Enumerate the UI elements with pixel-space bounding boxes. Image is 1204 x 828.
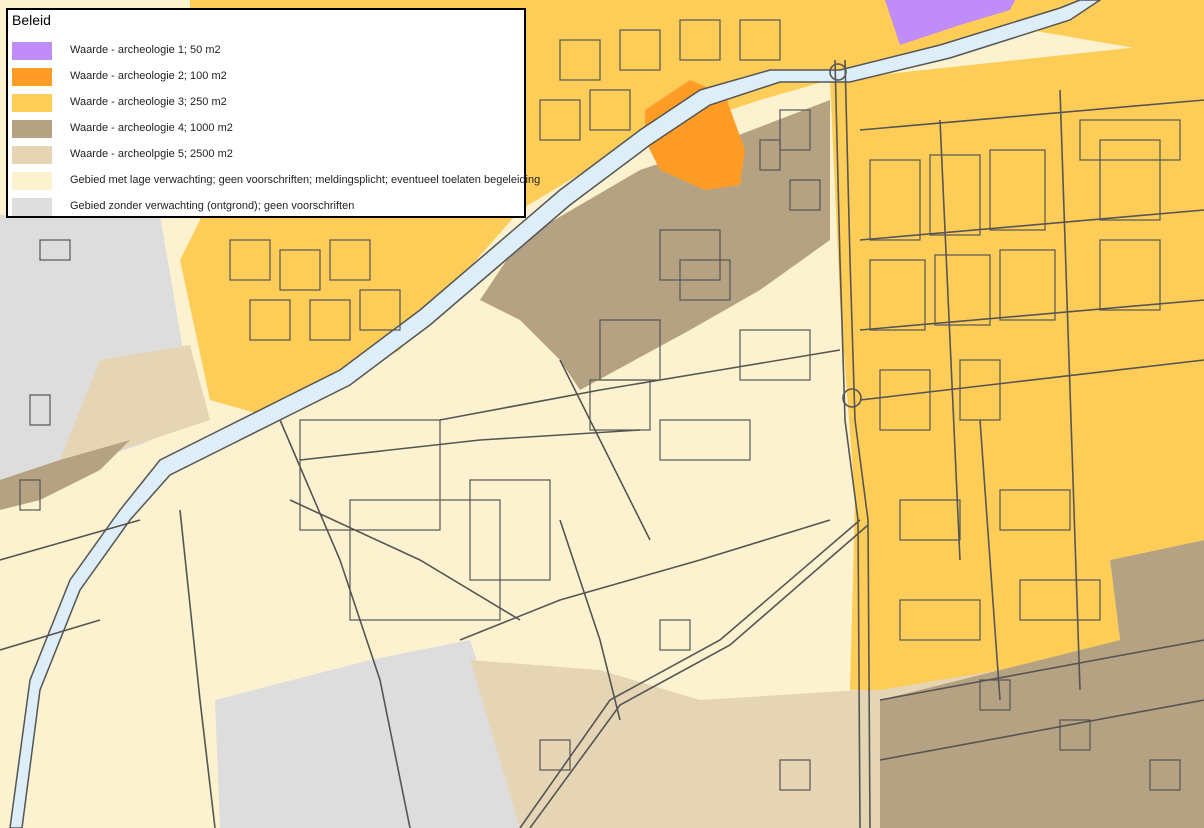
legend-label: Gebied zonder verwachting (ontgrond); ge… [70, 200, 355, 212]
legend-swatch [12, 146, 52, 164]
legend-swatch [12, 68, 52, 86]
legend-label: Waarde - archeologie 1; 50 m2 [70, 44, 221, 56]
legend-item: Waarde - archeolpgie 5; 2500 m2 [12, 146, 522, 164]
legend-swatch [12, 94, 52, 112]
legend-label: Waarde - archeolpgie 5; 2500 m2 [70, 148, 233, 160]
legend-item: Waarde - archeologie 3; 250 m2 [12, 94, 522, 112]
legend-title: Beleid [12, 12, 51, 28]
legend-swatch [12, 120, 52, 138]
legend-label: Waarde - archeologie 2; 100 m2 [70, 70, 227, 82]
legend-label: Gebied met lage verwachting; geen voorsc… [70, 174, 541, 186]
legend-swatch [12, 198, 52, 216]
map-legend: Beleid Waarde - archeologie 1; 50 m2 Waar… [6, 8, 540, 218]
legend-item: Waarde - archeologie 4; 1000 m2 [12, 120, 522, 138]
legend-swatch [12, 42, 52, 60]
legend-item: Waarde - archeologie 2; 100 m2 [12, 68, 522, 86]
legend-label: Waarde - archeologie 4; 1000 m2 [70, 122, 233, 134]
legend-label: Waarde - archeologie 3; 250 m2 [70, 96, 227, 108]
legend-item: Gebied zonder verwachting (ontgrond); ge… [12, 198, 522, 216]
legend-item: Waarde - archeologie 1; 50 m2 [12, 42, 522, 60]
legend-item: Gebied met lage verwachting; geen voorsc… [12, 172, 540, 190]
legend-swatch [12, 172, 52, 190]
